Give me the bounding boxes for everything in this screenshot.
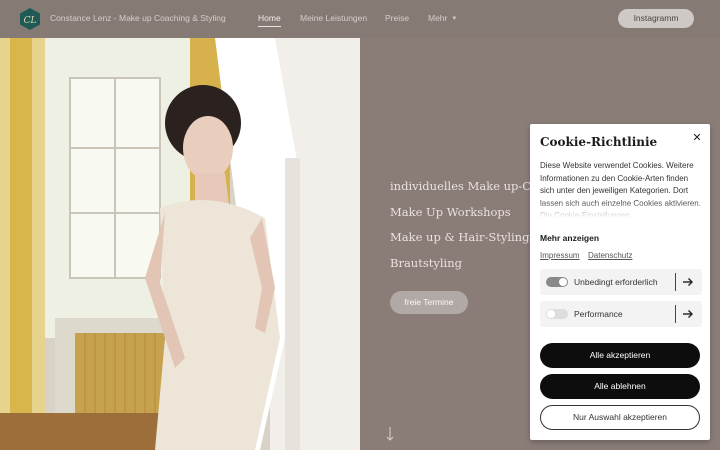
toggle-knob	[559, 278, 567, 286]
hero-line-workshops: Make Up Workshops	[390, 205, 511, 219]
impressum-link[interactable]: Impressum	[540, 251, 580, 260]
chevron-down-icon: ▼	[451, 16, 458, 22]
hero-photo	[0, 38, 360, 450]
cookie-dialog: Cookie-Richtlinie ✕ Diese Website verwen…	[530, 124, 710, 440]
toggle-knob	[547, 310, 555, 318]
site-brand-title[interactable]: Constance Lenz - Make up Coaching & Styl…	[50, 13, 226, 23]
reject-all-button[interactable]: Alle ablehnen	[540, 374, 700, 399]
cookie-category-performance: Performance	[540, 301, 702, 327]
necessary-label: Unbedingt erforderlich	[574, 277, 658, 287]
hero-photo-illustration	[0, 38, 360, 450]
performance-toggle[interactable]	[546, 309, 568, 319]
performance-label: Performance	[574, 309, 623, 319]
accept-selection-button[interactable]: Nur Auswahl akzeptieren	[540, 405, 700, 430]
logo-icon[interactable]: CL	[20, 8, 40, 30]
arrow-right-icon[interactable]	[682, 308, 694, 320]
cookie-dialog-title: Cookie-Richtlinie	[540, 135, 658, 149]
hero-line-coaching: individuelles Make up-Coaching	[390, 179, 530, 193]
hero-line-hair-styling: Make up & Hair-Styling	[390, 230, 530, 244]
hero-line-brautstyling: Brautstyling	[390, 256, 462, 270]
description-fade	[540, 200, 702, 218]
close-icon[interactable]: ✕	[691, 132, 703, 144]
nav-mehr-label: Mehr	[428, 13, 448, 23]
nav-meine-leistungen[interactable]: Meine Leistungen	[300, 13, 367, 23]
arrow-down-icon[interactable]	[385, 426, 395, 442]
nav-home[interactable]: Home	[258, 13, 281, 27]
cookie-category-necessary: Unbedingt erforderlich	[540, 269, 702, 295]
show-more-link[interactable]: Mehr anzeigen	[540, 233, 599, 243]
nav-mehr[interactable]: Mehr ▼	[428, 13, 457, 23]
row-divider	[675, 305, 676, 323]
svg-text:CL: CL	[24, 16, 37, 26]
row-divider	[675, 273, 676, 291]
datenschutz-link[interactable]: Datenschutz	[588, 251, 632, 260]
site-header: CL Constance Lenz - Make up Coaching & S…	[0, 0, 720, 38]
instagram-button[interactable]: Instagramm	[618, 9, 694, 28]
necessary-toggle[interactable]	[546, 277, 568, 287]
arrow-right-icon[interactable]	[682, 276, 694, 288]
free-appointments-button[interactable]: freie Termine	[390, 291, 468, 314]
cookie-description-container[interactable]: Diese Website verwendet Cookies. Weitere…	[540, 160, 702, 218]
nav-preise[interactable]: Preise	[385, 13, 409, 23]
accept-all-button[interactable]: Alle akzeptieren	[540, 343, 700, 368]
